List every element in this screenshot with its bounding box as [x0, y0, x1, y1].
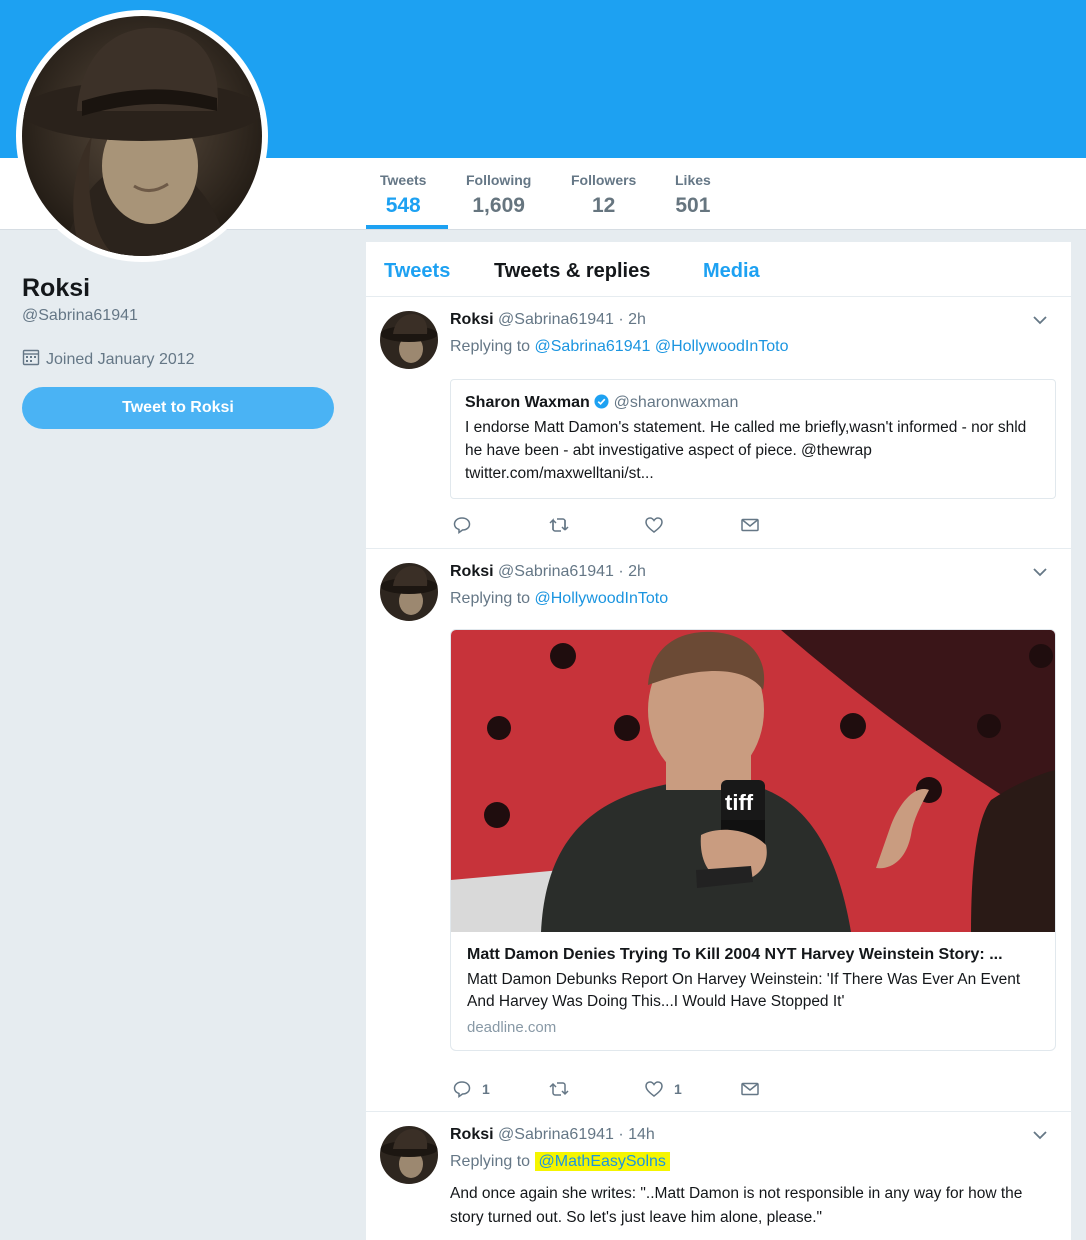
tweet[interactable]: Roksi @Sabrina61941 · 14h Replying to @M…: [366, 1112, 1071, 1240]
link-card-title: Matt Damon Denies Trying To Kill 2004 NY…: [467, 946, 1003, 963]
mic-flag-text: tiff: [725, 790, 754, 815]
tweet-author-name[interactable]: Roksi: [450, 1126, 494, 1143]
replying-to-label: Replying to: [450, 590, 531, 607]
envelope-icon: [741, 518, 759, 532]
heart-icon: [645, 517, 663, 533]
tweet[interactable]: Roksi @Sabrina61941 · 2h Replying to @Ho…: [366, 549, 1071, 1112]
stat-label: Likes: [675, 172, 711, 188]
reply-icon: [453, 1081, 471, 1098]
tweet-header: Roksi @Sabrina61941 · 2h: [450, 563, 646, 581]
mention-link[interactable]: @Sabrina61941: [535, 338, 651, 355]
tweet-avatar[interactable]: [380, 1126, 438, 1184]
like-button[interactable]: 1: [644, 1079, 682, 1099]
stat-tweets[interactable]: Tweets 548: [380, 172, 426, 218]
tweet-meta: @Sabrina61941 · 2h: [498, 563, 646, 580]
retweet-icon: [549, 518, 569, 532]
reply-icon: [453, 517, 471, 534]
tweet-avatar[interactable]: [380, 563, 438, 621]
tweet-meta: @Sabrina61941 · 14h: [498, 1126, 655, 1143]
replying-to: Replying to @MathEasySolns: [450, 1152, 670, 1171]
tweet-to-button[interactable]: Tweet to Roksi: [22, 387, 334, 429]
quoted-tweet[interactable]: Sharon Waxman @sharonwaxman I endorse Ma…: [450, 379, 1056, 499]
stat-label: Tweets: [380, 172, 427, 188]
tab-tweets[interactable]: Tweets: [384, 260, 450, 283]
tweet-avatar[interactable]: [380, 311, 438, 369]
chevron-down-icon[interactable]: [1031, 563, 1049, 581]
tweet-author-name[interactable]: Roksi: [450, 311, 494, 328]
stat-value: 548: [385, 194, 421, 217]
verified-icon: [594, 394, 609, 414]
link-card[interactable]: tiff Matt Damon Denies Trying To Kill 20…: [450, 629, 1056, 1051]
quoted-tweet-text: I endorse Matt Damon's statement. He cal…: [465, 419, 1027, 482]
stat-followers[interactable]: Followers 12: [571, 172, 636, 218]
calendar-icon: [22, 348, 40, 371]
tweet-actions: 1 1: [452, 1079, 852, 1103]
tweet-author-name[interactable]: Roksi: [450, 563, 494, 580]
link-card-domain: deadline.com: [467, 1019, 557, 1036]
timeline-tabs: Tweets Tweets & replies Media: [366, 242, 1071, 297]
mention-link[interactable]: @MathEasySolns: [534, 1152, 670, 1171]
profile-avatar[interactable]: [16, 10, 268, 262]
stat-value: 1,609: [472, 194, 525, 217]
chevron-down-icon[interactable]: [1031, 311, 1049, 329]
quoted-tweet-header: Sharon Waxman @sharonwaxman: [465, 394, 1041, 414]
tweet-meta: @Sabrina61941 · 2h: [498, 311, 646, 328]
stat-label: Following: [466, 172, 532, 188]
link-card-body: Matt Damon Denies Trying To Kill 2004 NY…: [451, 932, 1055, 1050]
link-card-image: tiff: [451, 630, 1055, 932]
replying-to-label: Replying to: [450, 1153, 531, 1170]
stat-value: 12: [592, 194, 616, 217]
stat-likes[interactable]: Likes 501: [675, 172, 711, 218]
chevron-down-icon[interactable]: [1031, 1126, 1049, 1144]
retweet-button[interactable]: [548, 515, 570, 535]
link-card-description: Matt Damon Debunks Report On Harvey Wein…: [467, 971, 1021, 1010]
like-button[interactable]: [644, 515, 664, 535]
tab-tweets-replies[interactable]: Tweets & replies: [494, 260, 650, 283]
like-count: 1: [674, 1081, 682, 1097]
message-button[interactable]: [740, 515, 760, 535]
tweet[interactable]: Roksi @Sabrina61941 · 2h Replying to @Sa…: [366, 297, 1071, 549]
profile-joined: Joined January 2012: [22, 348, 195, 371]
tweet-header: Roksi @Sabrina61941 · 2h: [450, 311, 646, 329]
tweet-actions: [452, 515, 852, 539]
heart-icon: [645, 1081, 663, 1097]
message-button[interactable]: [740, 1079, 760, 1099]
retweet-button[interactable]: [548, 1079, 570, 1099]
stat-label: Followers: [571, 172, 637, 188]
joined-text: Joined January 2012: [46, 350, 195, 368]
reply-count: 1: [482, 1081, 490, 1097]
stat-following[interactable]: Following 1,609: [466, 172, 531, 218]
mention-link[interactable]: @HollywoodInToto: [535, 590, 669, 607]
timeline: Tweets Tweets & replies Media Roksi @Sab…: [366, 242, 1071, 1240]
mention-link[interactable]: @HollywoodInToto: [655, 338, 789, 355]
quoted-author-handle: @sharonwaxman: [613, 394, 739, 411]
active-stat-underline: [366, 225, 448, 229]
tweet-text: And once again she writes: "..Matt Damon…: [450, 1185, 1023, 1226]
reply-button[interactable]: 1: [452, 1079, 490, 1099]
stat-value: 501: [675, 194, 711, 217]
profile-name[interactable]: Roksi: [22, 274, 90, 303]
profile-handle[interactable]: @Sabrina61941: [22, 307, 138, 325]
tweet-header: Roksi @Sabrina61941 · 14h: [450, 1126, 655, 1144]
quoted-author-name: Sharon Waxman: [465, 394, 590, 411]
replying-to: Replying to @Sabrina61941 @HollywoodInTo…: [450, 338, 788, 356]
reply-button[interactable]: [452, 515, 472, 535]
tab-media[interactable]: Media: [703, 260, 760, 283]
envelope-icon: [741, 1082, 759, 1096]
replying-to-label: Replying to: [450, 338, 531, 355]
retweet-icon: [549, 1082, 569, 1096]
replying-to: Replying to @HollywoodInToto: [450, 590, 668, 608]
